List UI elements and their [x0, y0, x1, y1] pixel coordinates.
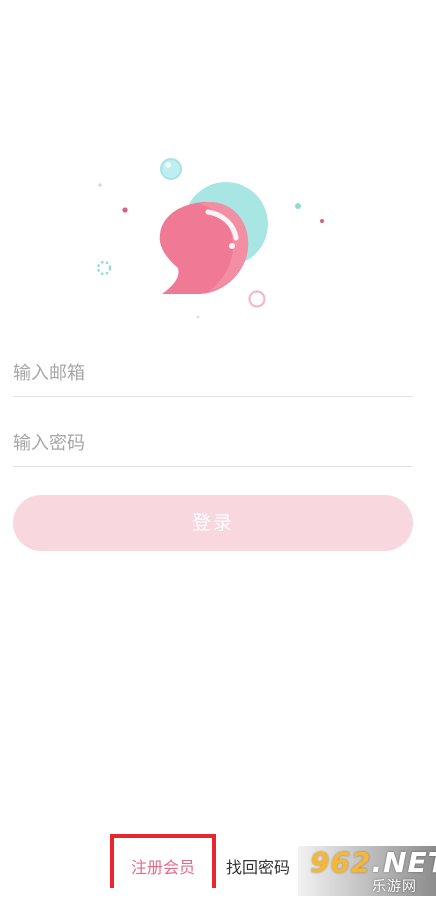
login-button[interactable]: 登录: [13, 495, 413, 551]
register-link[interactable]: 注册会员: [110, 834, 216, 888]
watermark-brand: 962.NET: [310, 846, 436, 879]
site-watermark: 962.NET 乐游网: [298, 846, 436, 896]
watermark-site-name: 乐游网: [372, 879, 417, 895]
app-logo-chat-bubble-icon: [96, 158, 324, 319]
password-input[interactable]: [13, 433, 413, 454]
email-field-container: [13, 346, 413, 397]
email-input[interactable]: [13, 363, 413, 384]
forgot-password-link[interactable]: 找回密码: [226, 854, 290, 878]
password-field-container: [13, 416, 413, 467]
